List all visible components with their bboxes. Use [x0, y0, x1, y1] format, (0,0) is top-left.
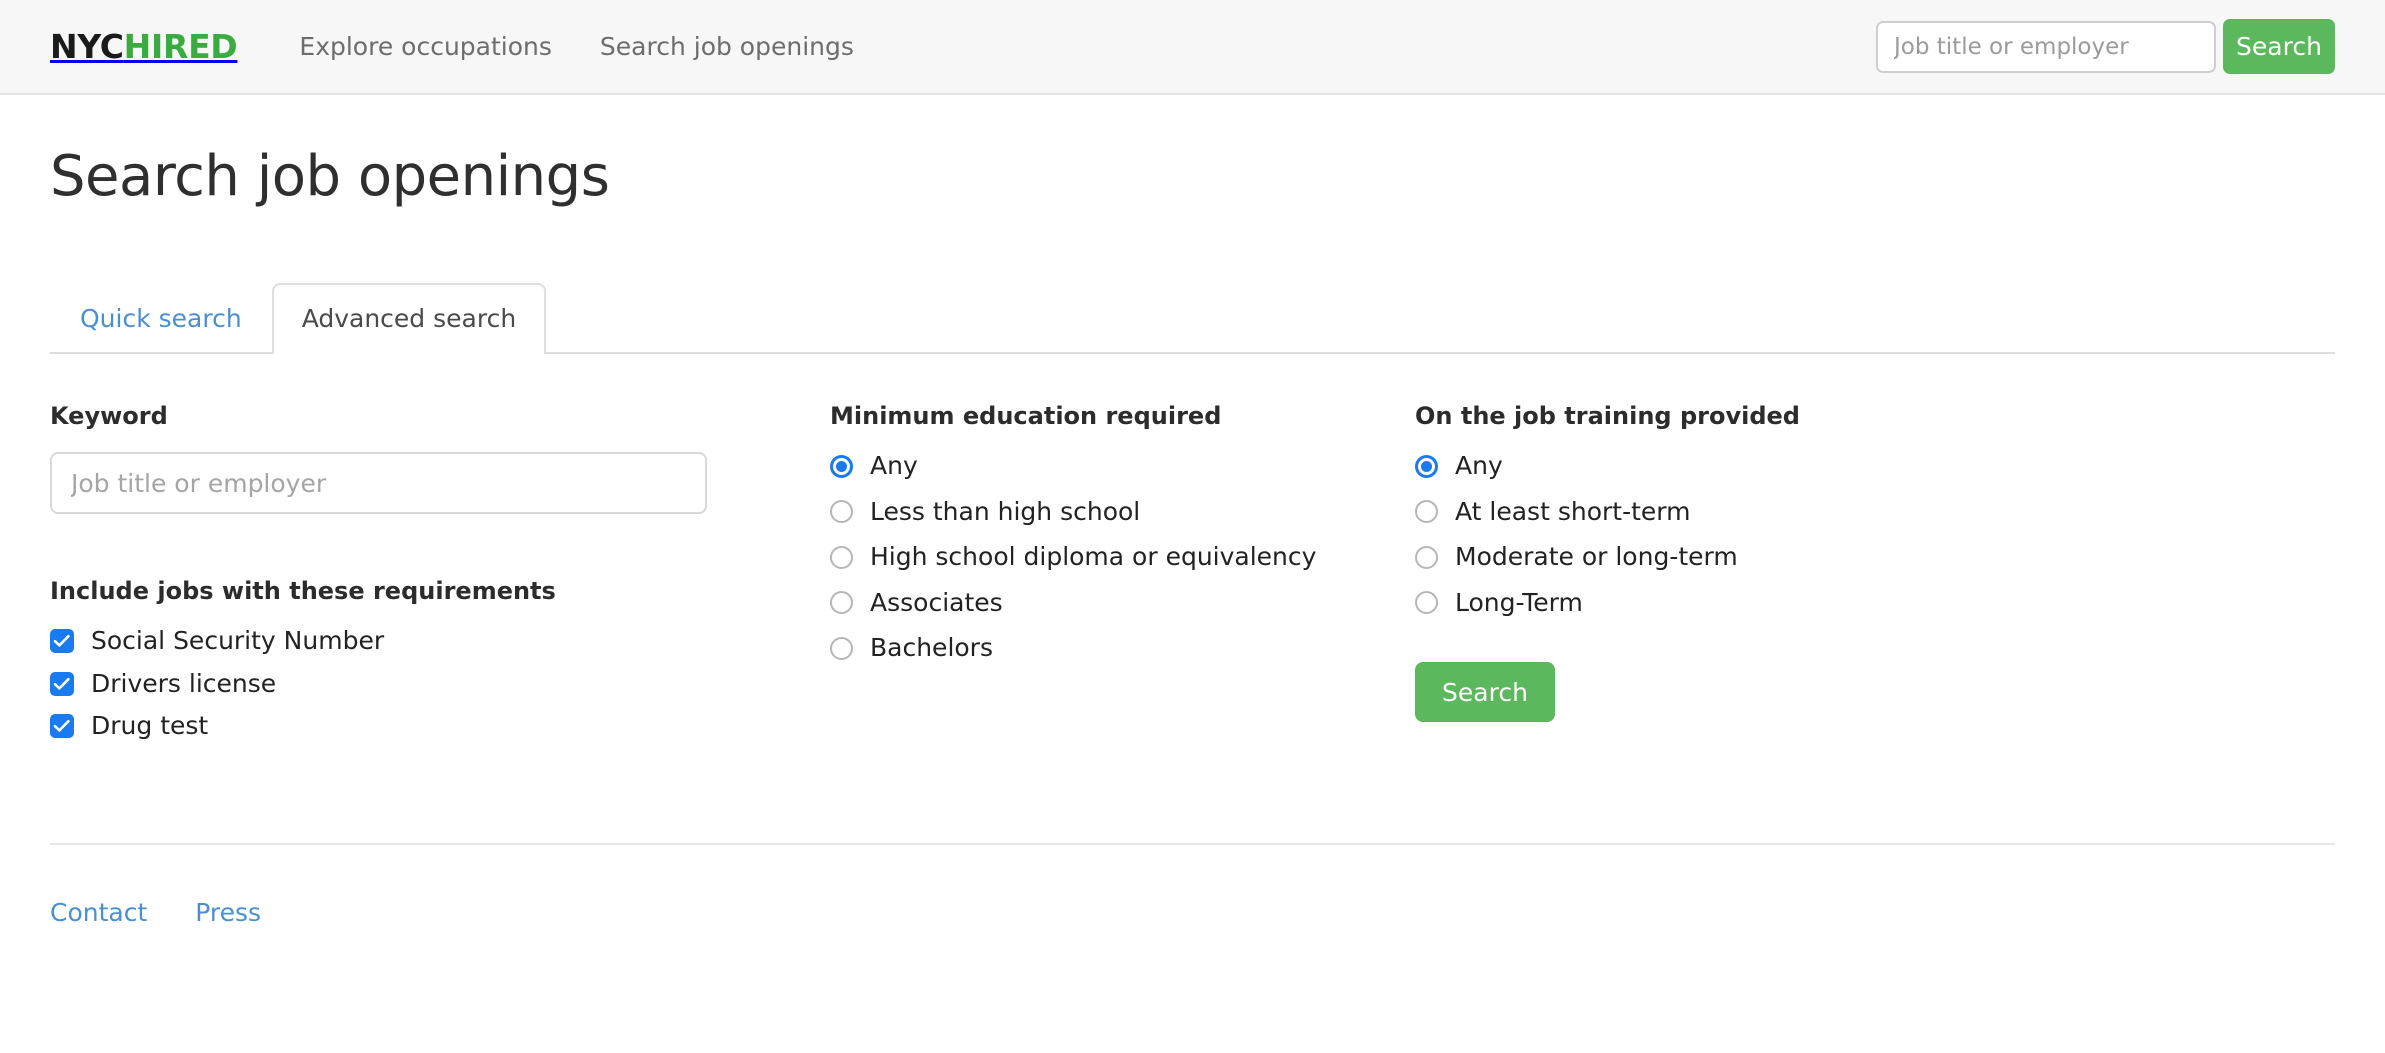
radio-row-training-at-least-short-term[interactable]: At least short-term	[1415, 498, 2335, 526]
education-column: Minimum education required Any Less than…	[830, 404, 1415, 680]
radio-label: Any	[870, 451, 918, 481]
radio-circle-icon[interactable]	[830, 636, 853, 660]
keyword-column: Keyword Include jobs with these requirem…	[50, 404, 830, 755]
education-radio-group: Any Less than high school High school di…	[830, 452, 1415, 662]
main-nav: Explore occupations Search job openings	[299, 34, 853, 59]
radio-row-training-long-term[interactable]: Long-Term	[1415, 589, 2335, 617]
radio-row-training-moderate-or-long-term[interactable]: Moderate or long-term	[1415, 543, 2335, 571]
checkbox-row-social-security-number[interactable]: Social Security Number	[50, 627, 830, 655]
footer-link-press[interactable]: Press	[195, 900, 261, 925]
checkbox-label: Drivers license	[91, 668, 277, 698]
tab-advanced-search[interactable]: Advanced search	[271, 283, 547, 355]
site-header: NYCHIRED Explore occupations Search job …	[0, 0, 2385, 95]
radio-circle-icon[interactable]	[830, 591, 853, 615]
brand-logo-hired: HIRED	[123, 27, 238, 66]
radio-label: At least short-term	[1455, 496, 1691, 526]
requirements-checkbox-list: Social Security Number Drivers license D…	[50, 627, 830, 740]
page-title: Search job openings	[50, 144, 610, 209]
checkbox-row-drivers-license[interactable]: Drivers license	[50, 670, 830, 698]
requirements-group: Include jobs with these requirements Soc…	[50, 579, 830, 740]
page-content: Search job openings Quick search Advance…	[0, 144, 2385, 925]
radio-label: Long-Term	[1455, 587, 1583, 617]
radio-dot-icon[interactable]	[830, 454, 853, 478]
nav-link-search-job-openings[interactable]: Search job openings	[600, 34, 854, 59]
header-search-button[interactable]: Search	[2223, 19, 2335, 74]
header-search-input[interactable]	[1876, 20, 2216, 73]
header-search-form: Search	[1876, 19, 2335, 74]
radio-row-education-any[interactable]: Any	[830, 452, 1415, 480]
radio-row-training-any[interactable]: Any	[1415, 452, 2335, 480]
training-radio-group: Any At least short-term Moderate or long…	[1415, 452, 2335, 616]
checkbox-label: Drug test	[91, 711, 209, 741]
checkmark-icon[interactable]	[50, 714, 74, 739]
radio-label: Bachelors	[870, 633, 993, 663]
radio-dot-icon[interactable]	[1415, 454, 1438, 478]
checkmark-icon[interactable]	[50, 671, 74, 696]
radio-row-education-bachelors[interactable]: Bachelors	[830, 634, 1415, 662]
radio-label: Any	[1455, 451, 1503, 481]
advanced-search-submit-button[interactable]: Search	[1415, 662, 1555, 723]
radio-row-education-high-school-diploma[interactable]: High school diploma or equivalency	[830, 543, 1415, 571]
radio-circle-icon[interactable]	[1415, 545, 1438, 569]
radio-label: Moderate or long-term	[1455, 542, 1738, 572]
site-footer: Contact Press	[50, 842, 2335, 925]
requirements-label: Include jobs with these requirements	[50, 577, 556, 606]
radio-circle-icon[interactable]	[830, 500, 853, 524]
radio-label: Associates	[870, 587, 1003, 617]
keyword-input[interactable]	[50, 452, 707, 515]
education-label: Minimum education required	[830, 402, 1222, 431]
radio-circle-icon[interactable]	[830, 545, 853, 569]
radio-row-education-associates[interactable]: Associates	[830, 589, 1415, 617]
radio-circle-icon[interactable]	[1415, 500, 1438, 524]
advanced-search-form: Keyword Include jobs with these requirem…	[50, 404, 2335, 755]
keyword-label: Keyword	[50, 402, 168, 431]
radio-row-education-less-than-high-school[interactable]: Less than high school	[830, 498, 1415, 526]
training-label: On the job training provided	[1415, 402, 1800, 431]
checkmark-icon[interactable]	[50, 629, 74, 654]
tab-quick-search[interactable]: Quick search	[50, 283, 272, 352]
training-column: On the job training provided Any At leas…	[1415, 402, 2335, 723]
brand-logo[interactable]: NYCHIRED	[50, 27, 238, 66]
footer-link-contact[interactable]: Contact	[50, 900, 147, 925]
radio-label: Less than high school	[870, 496, 1141, 526]
search-mode-tabs: Quick search Advanced search	[50, 280, 2335, 355]
nav-link-explore-occupations[interactable]: Explore occupations	[299, 34, 552, 59]
radio-circle-icon[interactable]	[1415, 591, 1438, 615]
checkbox-label: Social Security Number	[91, 626, 385, 656]
radio-label: High school diploma or equivalency	[870, 542, 1317, 572]
checkbox-row-drug-test[interactable]: Drug test	[50, 712, 830, 740]
brand-logo-nyc: NYC	[50, 27, 124, 66]
